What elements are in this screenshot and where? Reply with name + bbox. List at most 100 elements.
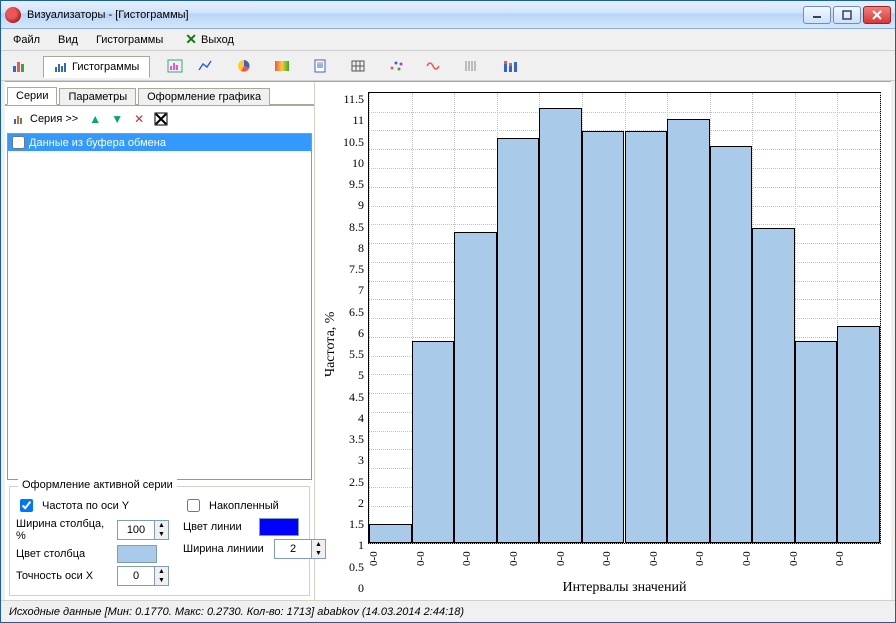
col-color-swatch[interactable]	[117, 545, 157, 563]
close-button[interactable]	[863, 6, 891, 24]
y-tick: 7.5	[343, 262, 364, 277]
chart-bar	[667, 119, 710, 543]
y-tick: 2.5	[343, 475, 364, 490]
series-style-fieldset: Оформление активной серии Частота по оси…	[9, 486, 310, 596]
series-list[interactable]: Данные из буфера обмена	[7, 133, 312, 480]
y-tick: 9.5	[343, 177, 364, 192]
tool-line-icon[interactable]	[191, 53, 221, 79]
series-delete-button[interactable]: ✕	[130, 110, 148, 128]
x-tick: 0-0	[555, 544, 602, 576]
y-tick: 1	[343, 538, 364, 553]
precision-x-label: Точность оси X	[16, 570, 111, 582]
y-tick: 7	[343, 283, 364, 298]
chart-bar	[369, 524, 412, 543]
chart-bar	[454, 232, 497, 543]
chart-bar	[497, 138, 540, 543]
app-icon	[5, 7, 21, 23]
main-tab-histograms[interactable]: Гистограммы	[43, 56, 150, 78]
tool-grid-icon[interactable]	[343, 53, 373, 79]
series-up-button[interactable]: ▲	[86, 110, 104, 128]
line-color-label: Цвет линии	[183, 521, 253, 533]
sub-tab-series[interactable]: Серии	[7, 87, 57, 105]
tool-stacked-icon[interactable]	[495, 53, 525, 79]
col-width-input[interactable]	[118, 523, 154, 537]
sub-tab-params[interactable]: Параметры	[59, 88, 136, 105]
menu-exit-label: Выход	[201, 34, 234, 46]
freq-y-checkbox[interactable]	[20, 499, 33, 512]
main-tab-histograms-label: Гистограммы	[72, 61, 139, 73]
series-dropdown-label: Серия >>	[30, 113, 78, 125]
col-color-label: Цвет столбца	[16, 548, 111, 560]
sub-tab-style[interactable]: Оформление графика	[138, 88, 270, 105]
chart-area: Частота, % 11.51110.5109.598.587.576.565…	[315, 82, 891, 600]
chart-bar	[412, 341, 455, 544]
series-row[interactable]: Данные из буфера обмена	[8, 134, 311, 151]
y-tick: 4	[343, 411, 364, 426]
menu-histograms[interactable]: Гистограммы	[88, 32, 171, 48]
toolbar: Гистограммы	[1, 51, 895, 81]
histogram-icon	[54, 61, 68, 73]
x-axis-label: Интервалы значений	[368, 576, 881, 596]
series-toolbar: Серия >> ▲ ▼ ✕	[5, 105, 314, 131]
y-tick: 5.5	[343, 347, 364, 362]
minimize-button[interactable]	[803, 6, 831, 24]
exit-icon: ✕	[185, 31, 197, 48]
tool-pie-icon[interactable]	[229, 53, 259, 79]
col-width-stepper[interactable]: ▲▼	[117, 520, 169, 540]
chart-bar	[837, 326, 880, 544]
maximize-button[interactable]	[833, 6, 861, 24]
series-toggle-button[interactable]	[152, 110, 170, 128]
series-row-checkbox[interactable]	[12, 136, 25, 149]
x-axis-ticks: 0-00-00-00-00-00-00-00-00-00-00-0	[368, 544, 881, 576]
freq-y-label: Частота по оси Y	[42, 500, 137, 512]
col-width-label: Ширина столбца, %	[16, 518, 111, 542]
y-tick: 3.5	[343, 432, 364, 447]
precision-x-input[interactable]	[118, 569, 154, 583]
tool-chart1-icon[interactable]	[160, 53, 190, 79]
app-window: Визуализаторы - [Гистограммы] Файл Вид Г…	[0, 0, 896, 623]
tool-lines-icon[interactable]	[457, 53, 487, 79]
statusbar: Исходные данные [Мин: 0.1770. Макс: 0.27…	[1, 600, 895, 622]
y-tick: 6	[343, 326, 364, 341]
y-tick: 6.5	[343, 305, 364, 320]
precision-x-stepper[interactable]: ▲▼	[117, 566, 169, 586]
x-tick: 0-0	[694, 544, 741, 576]
menu-file[interactable]: Файл	[5, 32, 48, 48]
tool-gradient-icon[interactable]	[267, 53, 297, 79]
titlebar: Визуализаторы - [Гистограммы]	[1, 1, 895, 29]
menubar: Файл Вид Гистограммы ✕ Выход	[1, 29, 895, 51]
x-tick: 0-0	[834, 544, 881, 576]
line-width-stepper[interactable]: ▲▼	[274, 539, 326, 559]
spin-up-icon[interactable]: ▲	[154, 521, 168, 530]
accumulated-checkbox[interactable]	[187, 499, 200, 512]
chart-bar	[582, 131, 625, 544]
chart-bar	[539, 108, 582, 543]
spin-down-icon[interactable]: ▼	[154, 576, 168, 585]
x-tick: 0-0	[508, 544, 555, 576]
series-down-button[interactable]: ▼	[108, 110, 126, 128]
spin-down-icon[interactable]: ▼	[154, 530, 168, 539]
tool-scatter-icon[interactable]	[381, 53, 411, 79]
line-color-swatch[interactable]	[259, 518, 299, 536]
series-dropdown-button[interactable]: Серия >>	[9, 111, 82, 127]
series-icon	[13, 113, 27, 125]
series-row-label: Данные из буфера обмена	[29, 137, 166, 149]
y-tick: 9	[343, 198, 364, 213]
chart-bar	[752, 228, 795, 543]
accumulated-label: Накопленный	[209, 500, 304, 512]
x-tick: 0-0	[788, 544, 835, 576]
sub-tab-bar: Серии Параметры Оформление графика	[5, 82, 314, 104]
y-tick: 10	[343, 156, 364, 171]
y-tick: 8.5	[343, 220, 364, 235]
y-tick: 3	[343, 453, 364, 468]
left-panel: Серии Параметры Оформление графика Серия…	[5, 82, 315, 600]
spin-up-icon[interactable]: ▲	[154, 567, 168, 576]
tool-bars-icon[interactable]	[5, 53, 35, 79]
menu-view[interactable]: Вид	[50, 32, 86, 48]
line-width-input[interactable]	[275, 542, 311, 556]
tool-wave-icon[interactable]	[419, 53, 449, 79]
tool-doc-icon[interactable]	[305, 53, 335, 79]
menu-exit[interactable]: ✕ Выход	[177, 29, 242, 50]
y-tick: 0	[343, 581, 364, 596]
y-tick: 10.5	[343, 135, 364, 150]
